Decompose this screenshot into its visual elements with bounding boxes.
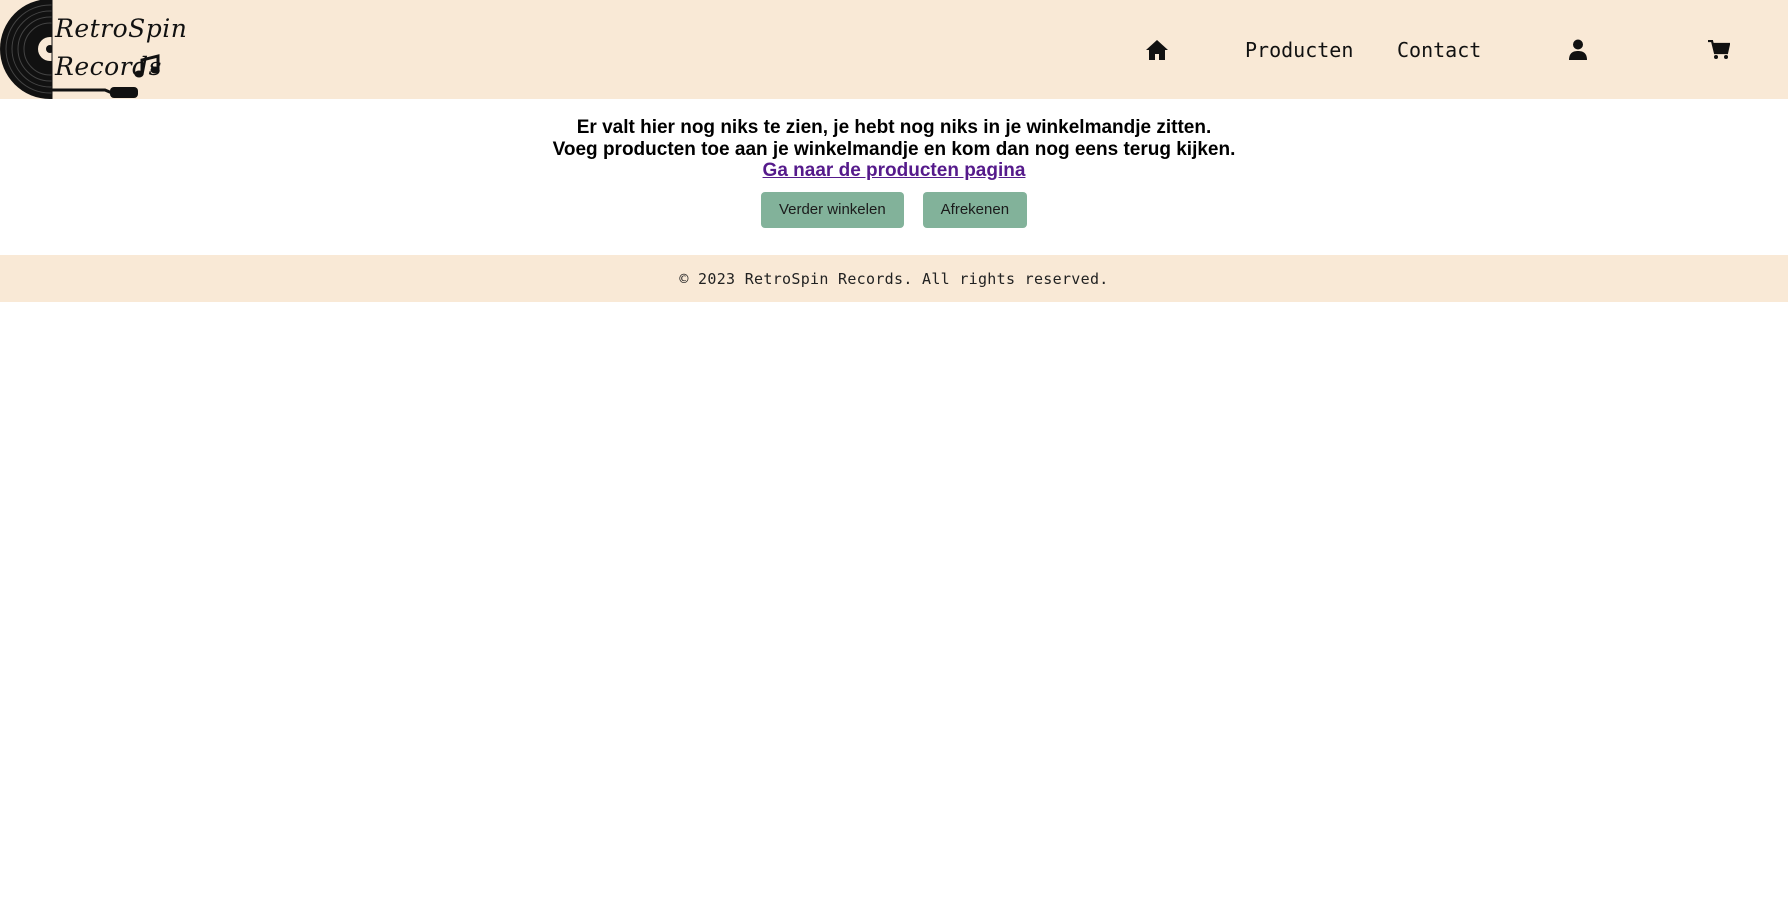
copyright-text: © 2023 RetroSpin Records. All rights res… xyxy=(679,269,1109,288)
site-footer: © 2023 RetroSpin Records. All rights res… xyxy=(0,255,1788,302)
logo-text-line1: RetroSpin xyxy=(55,14,188,43)
site-header: RetroSpin Records Producten Contact xyxy=(0,0,1788,99)
home-icon xyxy=(1146,39,1168,60)
cart-icon xyxy=(1708,39,1730,59)
site-logo[interactable]: RetroSpin Records xyxy=(0,0,187,99)
products-page-link[interactable]: Ga naar de producten pagina xyxy=(763,160,1026,182)
user-icon xyxy=(1569,39,1587,60)
empty-cart-message-line2: Voeg producten toe aan je winkelmandje e… xyxy=(552,138,1236,160)
logo-text-line2: Records xyxy=(55,52,162,81)
nav-account-link[interactable] xyxy=(1563,0,1593,99)
cart-actions: Verder winkelen Afrekenen xyxy=(0,191,1788,228)
empty-cart-message-line1: Er valt hier nog niks te zien, je hebt n… xyxy=(576,117,1212,138)
continue-shopping-button[interactable]: Verder winkelen xyxy=(760,191,904,228)
nav-cart-link[interactable] xyxy=(1704,0,1734,99)
nav-products-link[interactable]: Producten xyxy=(1245,0,1353,99)
nav-contact-link[interactable]: Contact xyxy=(1397,0,1481,99)
nav-home-link[interactable] xyxy=(1142,0,1172,99)
cart-empty-section: Er valt hier nog niks te zien, je hebt n… xyxy=(0,99,1788,255)
checkout-button[interactable]: Afrekenen xyxy=(922,191,1028,228)
